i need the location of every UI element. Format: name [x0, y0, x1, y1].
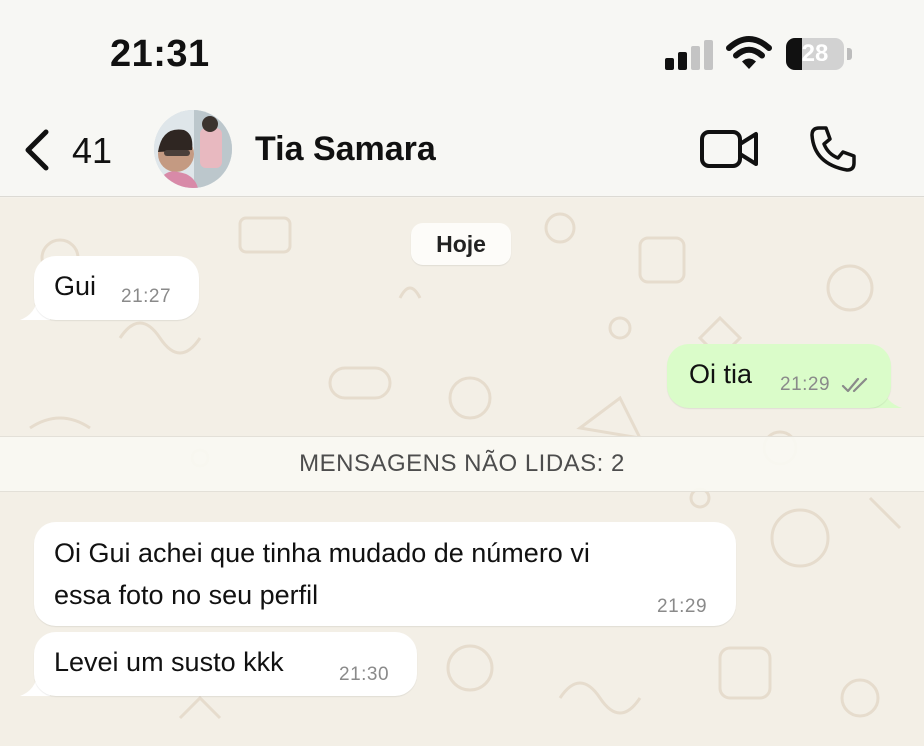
message-text-line-1: Oi Gui achei que tinha mudado de número … — [54, 538, 590, 568]
chat-area[interactable]: Hoje Gui 21:27 Oi tia 21:29 MENSAGENS NÃ… — [0, 198, 924, 746]
chat-header: 41 Tia Samara — [0, 100, 924, 197]
voice-call-button[interactable] — [808, 124, 858, 174]
unread-messages-banner: MENSAGENS NÃO LIDAS: 2 — [0, 436, 924, 492]
contact-name[interactable]: Tia Samara — [255, 130, 436, 169]
video-camera-icon — [700, 130, 758, 168]
message-time: 21:27 — [121, 286, 172, 307]
double-check-read-icon — [841, 377, 868, 393]
contact-avatar[interactable] — [154, 110, 232, 188]
video-call-button[interactable] — [700, 128, 760, 170]
battery-icon: 28 — [786, 38, 844, 70]
battery-cap — [847, 48, 852, 60]
message-text: Levei um susto kkk — [54, 647, 284, 677]
wifi-icon — [726, 36, 772, 70]
date-separator: Hoje — [411, 223, 511, 265]
message-time: 21:29 — [657, 596, 708, 617]
chevron-left-icon — [25, 129, 49, 171]
message-time: 21:30 — [339, 664, 390, 685]
message-bubble-incoming[interactable]: Oi Gui achei que tinha mudado de número … — [34, 522, 736, 626]
cellular-signal-icon — [665, 40, 713, 70]
status-bar: 21:31 28 — [0, 0, 924, 100]
phone-icon — [810, 126, 856, 172]
message-text: Gui — [54, 271, 97, 301]
message-text-line-2: essa foto no seu perfil — [54, 580, 319, 610]
back-button[interactable] — [22, 128, 54, 172]
message-bubble-incoming[interactable]: Levei um susto kkk 21:30 — [34, 632, 417, 696]
message-text: Oi tia — [689, 359, 753, 389]
message-bubble-incoming[interactable]: Gui 21:27 — [34, 256, 199, 320]
battery-percent: 28 — [801, 40, 829, 67]
back-unread-count[interactable]: 41 — [72, 130, 112, 172]
message-time: 21:29 — [780, 374, 831, 395]
status-time: 21:31 — [110, 33, 210, 75]
message-bubble-outgoing[interactable]: Oi tia 21:29 — [667, 344, 891, 408]
